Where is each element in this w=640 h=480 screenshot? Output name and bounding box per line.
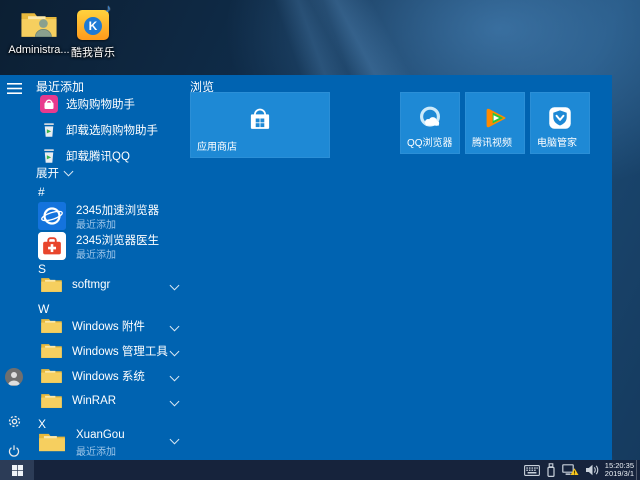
music-note-glyph: ♪	[105, 3, 112, 15]
store-bag-icon	[250, 108, 270, 129]
desktop-icon-label: 酷我音乐	[71, 47, 115, 59]
folder-icon	[41, 344, 62, 358]
section-letter-w[interactable]: W	[38, 302, 158, 316]
taskbar-clock[interactable]: 15:20:35 2019/3/1	[604, 461, 636, 479]
settings-button[interactable]	[4, 411, 24, 431]
app-folder-softmgr[interactable]: softmgr	[36, 274, 186, 296]
tile-pc-manager[interactable]: 电脑管家	[530, 92, 590, 154]
shopping-assistant-icon	[40, 95, 58, 113]
2345-browser-icon	[38, 202, 66, 230]
folder-icon	[41, 278, 62, 292]
app-item-shopping-assistant[interactable]: 选购购物助手	[36, 94, 186, 114]
folder-icon	[41, 319, 62, 333]
usb-device-button[interactable]	[546, 463, 556, 477]
hamburger-icon	[6, 82, 22, 94]
tencent-video-icon	[486, 108, 506, 128]
chevron-down-icon	[169, 346, 180, 356]
user-avatar-icon	[5, 368, 23, 386]
tile-app-store[interactable]: 应用商店	[190, 92, 330, 158]
chevron-down-icon	[63, 166, 74, 177]
tile-tencent-video[interactable]: 腾讯视频	[465, 92, 525, 154]
desktop-icon-kuwo-music[interactable]: ♪ K 酷我音乐	[62, 3, 124, 60]
app-folder-windows-admin-tools[interactable]: Windows 管理工具	[36, 340, 186, 362]
network-status-button[interactable]	[561, 463, 579, 477]
qq-browser-icon	[420, 106, 440, 127]
app-item-2345-doctor[interactable]: 2345浏览器医生 最近添加	[36, 231, 186, 261]
desktop-icon-administrator[interactable]: Administra...	[8, 8, 70, 56]
app-folder-winrar[interactable]: WinRAR	[36, 390, 186, 412]
start-menu: 最近添加 选购购物助手 卸载选购购物助手 卸载腾讯QQ 展开 # 2345加速浏…	[0, 75, 612, 460]
kuwo-music-icon: ♪ K	[77, 3, 111, 40]
clock-date: 2019/3/1	[604, 469, 634, 478]
desktop: Administra... ♪ K 酷我音乐 最近添加 选购购物助手 卸载选购购…	[0, 0, 640, 480]
app-item-uninstall-qq[interactable]: 卸载腾讯QQ	[36, 146, 186, 166]
user-folder-icon	[8, 8, 70, 42]
network-warning-icon	[561, 463, 579, 475]
usb-drive-icon	[547, 463, 555, 477]
user-account-button[interactable]	[4, 367, 24, 387]
touch-keyboard-icon	[523, 464, 540, 476]
app-folder-windows-system[interactable]: Windows 系统	[36, 365, 186, 387]
touch-keyboard-button[interactable]	[523, 464, 540, 476]
folder-icon	[39, 433, 65, 452]
speaker-icon	[585, 464, 599, 476]
desktop-icon-label: Administra...	[8, 44, 70, 56]
power-button[interactable]	[4, 441, 24, 461]
section-letter-hash[interactable]: #	[38, 185, 158, 199]
chevron-down-icon	[169, 396, 180, 406]
chevron-down-icon	[169, 280, 180, 290]
app-folder-windows-accessories[interactable]: Windows 附件	[36, 315, 186, 337]
2345-browser-doctor-icon	[38, 232, 66, 260]
pc-manager-shield-icon	[549, 107, 571, 129]
uninstall-trash-icon	[44, 149, 54, 163]
chevron-down-icon	[169, 321, 180, 331]
windows-logo-icon	[11, 464, 23, 476]
volume-button[interactable]	[585, 464, 599, 476]
uninstall-trash-icon	[44, 123, 54, 137]
app-item-uninstall-assistant[interactable]: 卸载选购购物助手	[36, 120, 186, 140]
gear-icon	[8, 415, 20, 427]
kuwo-logo-letter: K	[84, 17, 102, 35]
power-icon	[8, 445, 20, 457]
start-button[interactable]	[0, 460, 34, 480]
taskbar: 15:20:35 2019/3/1	[0, 460, 640, 480]
folder-icon	[41, 394, 62, 408]
app-folder-xuangou[interactable]: XuanGou 最近添加	[36, 428, 186, 458]
folder-icon	[41, 369, 62, 383]
system-tray: 15:20:35 2019/3/1	[523, 460, 636, 480]
expand-button[interactable]: 展开	[36, 165, 74, 181]
menu-hamburger-button[interactable]	[4, 78, 24, 98]
recent-added-header: 最近添加	[36, 80, 85, 94]
show-desktop-button[interactable]	[636, 460, 640, 480]
tile-qq-browser[interactable]: QQ浏览器	[400, 92, 460, 154]
app-item-2345-browser[interactable]: 2345加速浏览器 最近添加	[36, 201, 186, 231]
chevron-down-icon	[169, 434, 180, 445]
chevron-down-icon	[169, 371, 180, 381]
